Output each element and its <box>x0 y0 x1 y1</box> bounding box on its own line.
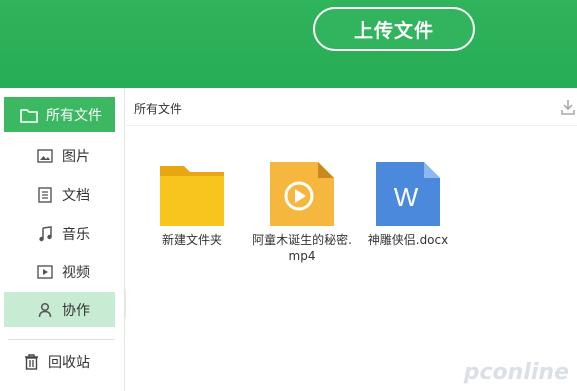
music-icon <box>36 225 54 243</box>
sidebar-divider <box>8 339 115 340</box>
file-name: 新建文件夹 <box>161 233 222 247</box>
sidebar-item-label: 文档 <box>62 187 90 204</box>
sidebar-item-all-files[interactable]: 所有文件 <box>4 97 115 132</box>
sidebar-item-label: 图片 <box>62 148 90 165</box>
sidebar-item-collaboration[interactable]: 协作 <box>4 292 115 327</box>
file-item-video[interactable]: 阿童木诞生的秘密.mp4 <box>252 162 352 264</box>
sidebar: 所有文件 图片 文档 音乐 视频 协作 回收站 <box>0 88 125 391</box>
user-icon <box>36 301 54 319</box>
file-name: 阿童木诞生的秘密.mp4 <box>252 233 352 263</box>
folder-icon <box>20 106 38 124</box>
sidebar-item-trash[interactable]: 回收站 <box>4 344 115 379</box>
watermark: pconline <box>463 360 569 385</box>
top-bar: 上传文件 <box>0 0 577 88</box>
folder-thumbnail-icon <box>160 166 224 226</box>
sidebar-item-music[interactable]: 音乐 <box>4 216 115 251</box>
breadcrumb[interactable]: 所有文件 <box>134 100 182 117</box>
sidebar-item-label: 协作 <box>62 302 90 319</box>
sidebar-item-label: 音乐 <box>62 226 90 243</box>
file-name: 神雕侠侣.docx <box>367 233 449 247</box>
sidebar-item-label: 所有文件 <box>46 107 102 124</box>
file-item-word[interactable]: W 神雕侠侣.docx <box>358 162 458 248</box>
file-list-area: 所有文件 新建文件夹 阿童木诞生的秘密.mp4 W 神雕侠侣.docx <box>126 88 577 391</box>
video-file-icon <box>270 162 334 226</box>
word-file-icon: W <box>376 162 440 226</box>
document-icon <box>36 186 54 204</box>
image-icon <box>36 147 54 165</box>
svg-text:W: W <box>394 182 419 212</box>
sidebar-item-images[interactable]: 图片 <box>4 138 115 173</box>
sidebar-item-label: 视频 <box>62 264 90 281</box>
file-item-folder[interactable]: 新建文件夹 <box>142 162 242 248</box>
trash-icon <box>22 353 40 371</box>
sidebar-item-video[interactable]: 视频 <box>4 254 115 289</box>
download-icon[interactable] <box>561 99 575 115</box>
breadcrumb-bar: 所有文件 <box>126 88 577 126</box>
sidebar-item-documents[interactable]: 文档 <box>4 177 115 212</box>
upload-file-button[interactable]: 上传文件 <box>313 7 475 51</box>
video-icon <box>36 263 54 281</box>
sidebar-item-label: 回收站 <box>48 354 90 371</box>
